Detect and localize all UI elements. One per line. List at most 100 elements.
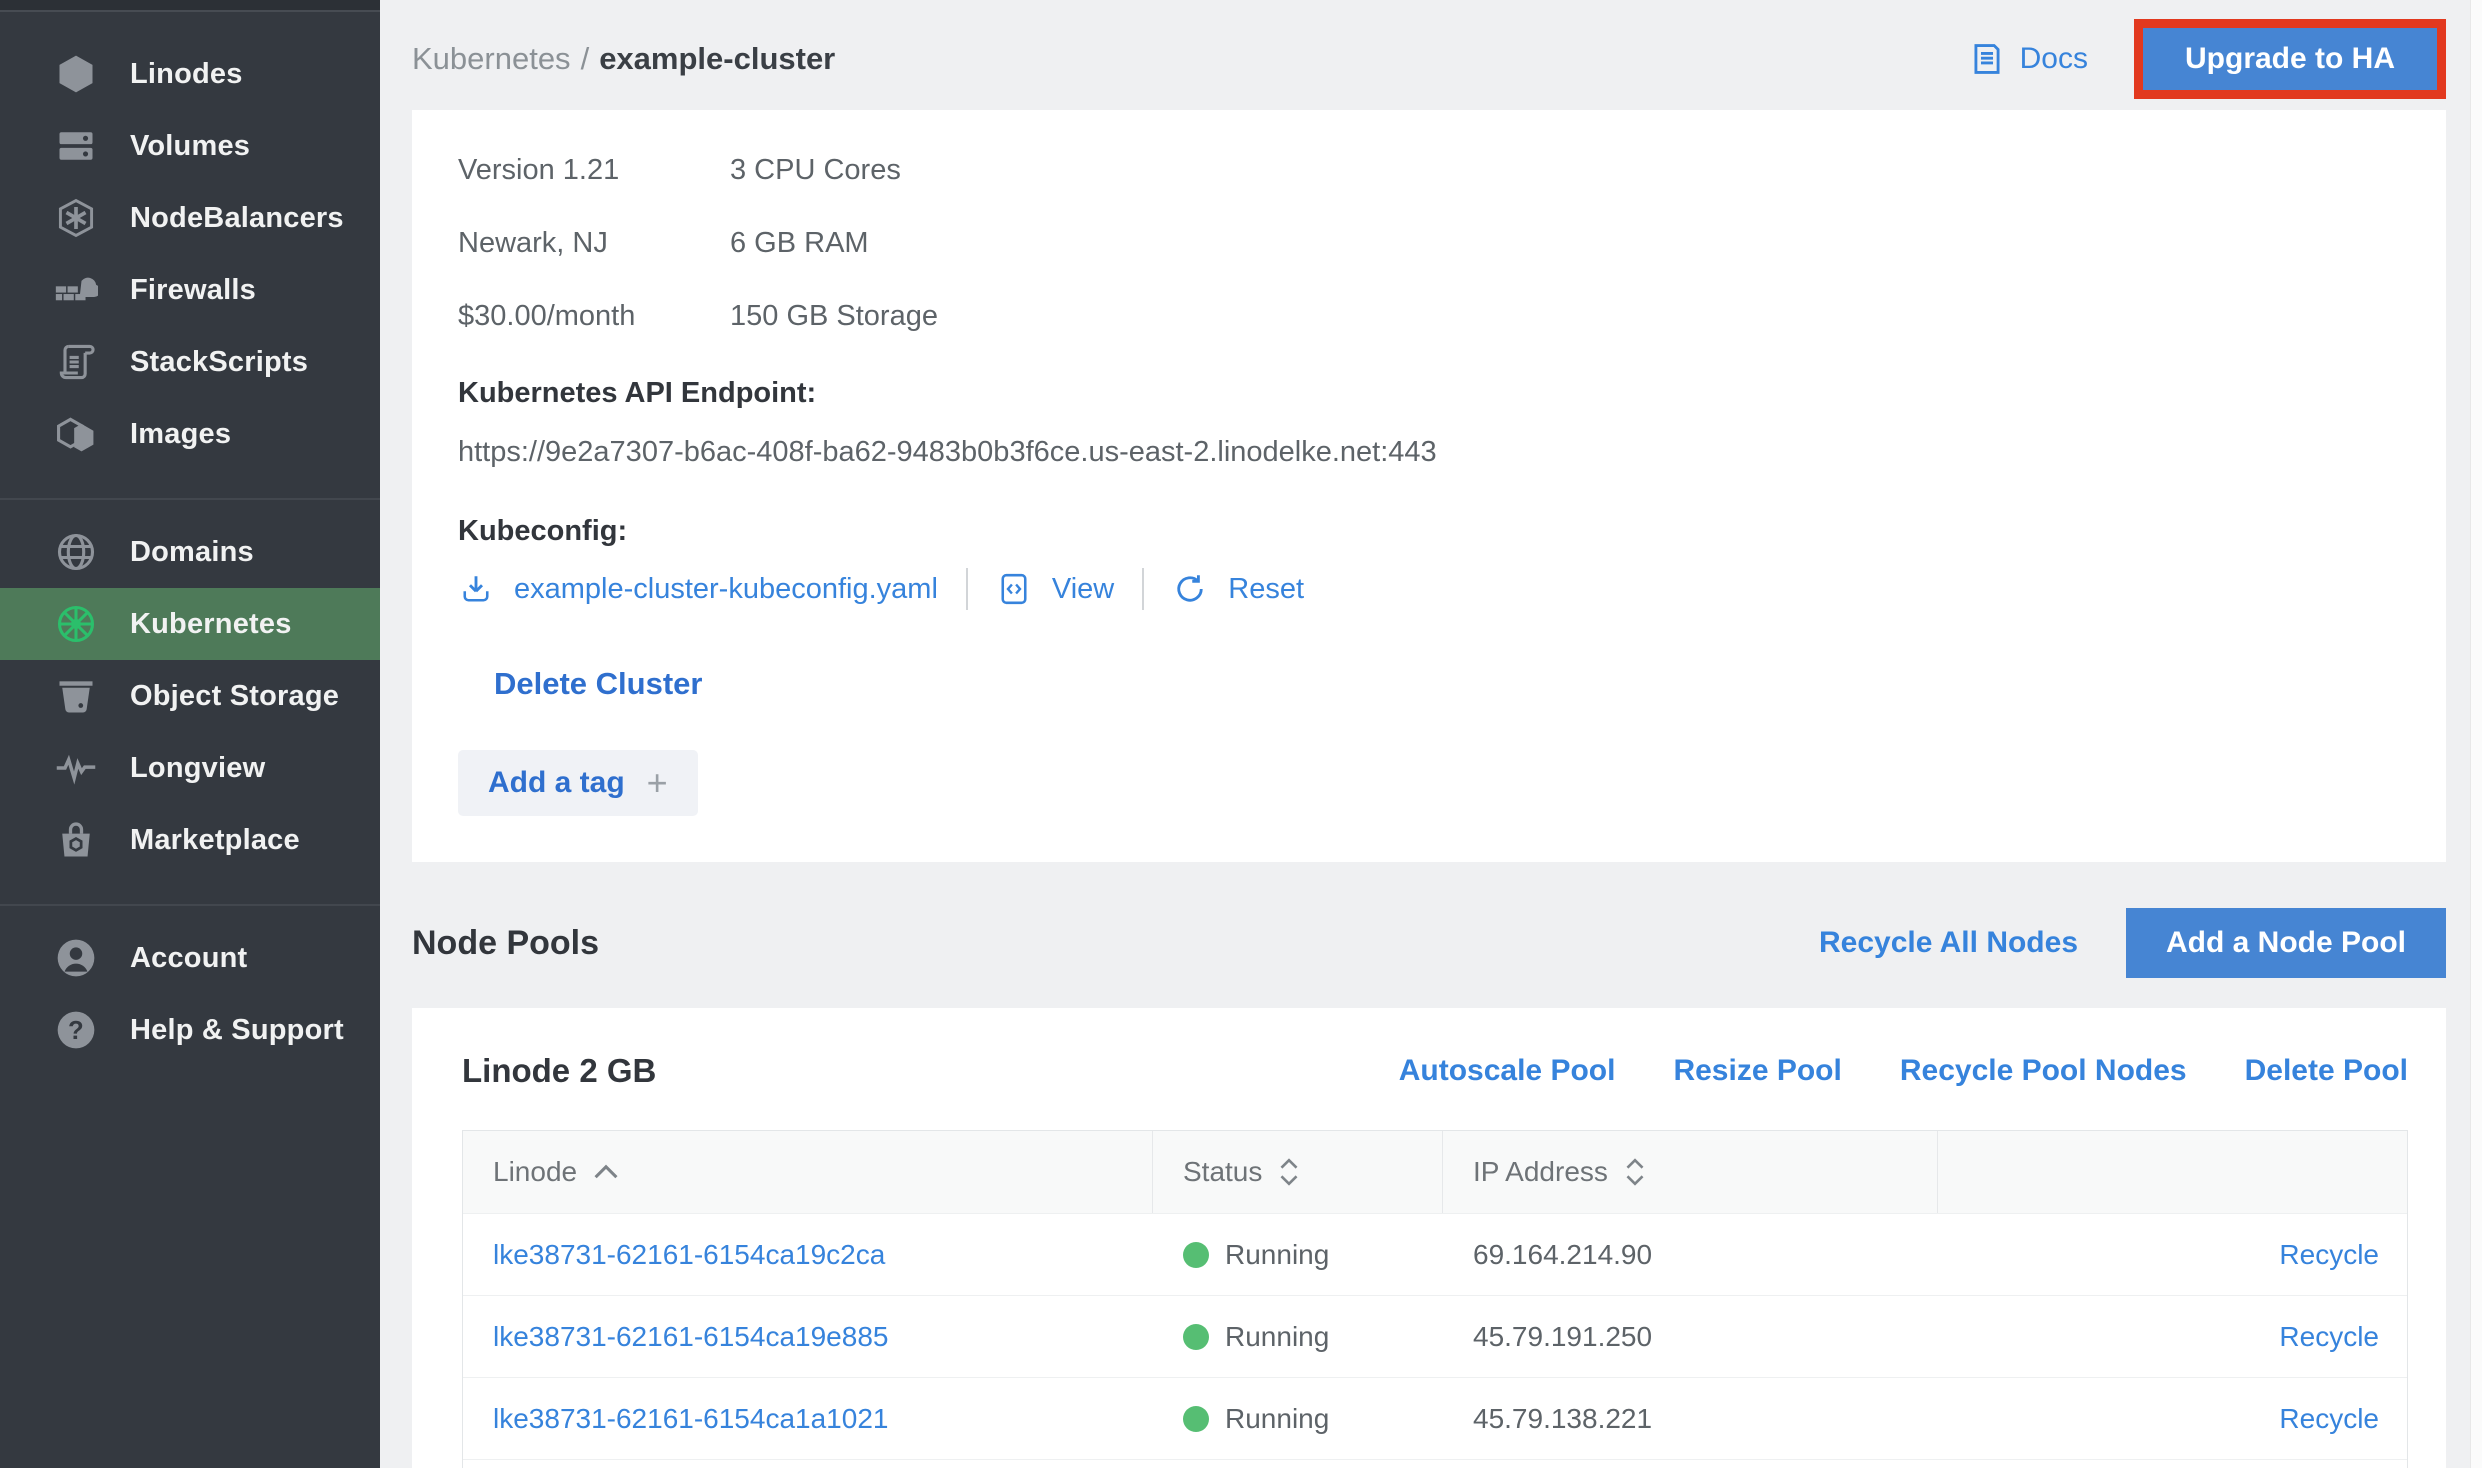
recycle-all-nodes-link[interactable]: Recycle All Nodes (1819, 926, 2078, 960)
node-action-cell: Recycle (1938, 1321, 2407, 1353)
sidebar-item-stackscripts[interactable]: StackScripts (0, 326, 380, 398)
recycle-pool-nodes-link[interactable]: Recycle Pool Nodes (1900, 1054, 2187, 1088)
sidebar-item-label: Images (130, 418, 231, 451)
globe-icon (52, 528, 100, 576)
kubeconfig-download-link[interactable]: example-cluster-kubeconfig.yaml (514, 573, 938, 606)
sidebar-item-object-storage[interactable]: Object Storage (0, 660, 380, 732)
node-link[interactable]: lke38731-62161-6154ca19e885 (493, 1321, 888, 1352)
recycle-node-link[interactable]: Recycle (2279, 1321, 2379, 1352)
node-status-cell: Running (1153, 1403, 1443, 1435)
help-icon: ? (52, 1006, 100, 1054)
sidebar-item-help-support[interactable]: ? Help & Support (0, 994, 380, 1066)
sidebar-item-linodes[interactable]: Linodes (0, 38, 380, 110)
add-tag-label: Add a tag (488, 766, 625, 800)
sidebar-item-firewalls[interactable]: Firewalls (0, 254, 380, 326)
cluster-detail-grid: Version 1.21 3 CPU Cores Newark, NJ 6 GB… (458, 154, 2400, 333)
add-tag-button[interactable]: Add a tag + (458, 750, 698, 816)
sidebar-item-label: Marketplace (130, 824, 300, 857)
column-header-status[interactable]: Status (1153, 1131, 1443, 1213)
sidebar-item-kubernetes[interactable]: Kubernetes (0, 588, 380, 660)
account-icon (52, 934, 100, 982)
sidebar-item-account[interactable]: Account (0, 922, 380, 994)
node-ip-cell: 45.79.138.221 (1443, 1403, 1938, 1435)
pool-action-links: Autoscale Pool Resize Pool Recycle Pool … (1399, 1054, 2408, 1088)
stackscript-icon (52, 338, 100, 386)
node-action-cell: Recycle (1938, 1239, 2407, 1271)
status-label: Running (1225, 1321, 1329, 1353)
node-name-cell: lke38731-62161-6154ca19c2ca (463, 1239, 1153, 1271)
bucket-icon (52, 672, 100, 720)
recycle-node-link[interactable]: Recycle (2279, 1403, 2379, 1434)
page-scrollbar-track[interactable] (2470, 0, 2482, 1468)
kubeconfig-view-link[interactable]: View (1052, 573, 1114, 606)
sort-both-icon (1278, 1158, 1300, 1186)
column-header-actions (1938, 1131, 2407, 1213)
nodebalancer-icon (52, 194, 100, 242)
sidebar-item-label: Volumes (130, 130, 250, 163)
cluster-region: Newark, NJ (458, 227, 730, 260)
kubeconfig-reset-link[interactable]: Reset (1228, 573, 1304, 606)
node-pools-title: Node Pools (412, 924, 599, 963)
pulse-icon (52, 744, 100, 792)
sidebar-item-label: Object Storage (130, 680, 339, 713)
column-label: Linode (493, 1156, 577, 1188)
volumes-icon (52, 122, 100, 170)
sidebar-item-nodebalancers[interactable]: NodeBalancers (0, 182, 380, 254)
status-label: Running (1225, 1403, 1329, 1435)
sidebar-item-marketplace[interactable]: Marketplace (0, 804, 380, 876)
api-endpoint-url: https://9e2a7307-b6ac-408f-ba62-9483b0b3… (458, 436, 2400, 469)
docs-label: Docs (2020, 42, 2088, 76)
recycle-node-link[interactable]: Recycle (2279, 1239, 2379, 1270)
kubernetes-icon (52, 600, 100, 648)
breadcrumb: Kubernetes/example-cluster (412, 41, 835, 77)
resize-pool-link[interactable]: Resize Pool (1673, 1054, 1841, 1088)
sidebar-item-label: Firewalls (130, 274, 256, 307)
sidebar-item-label: Kubernetes (130, 608, 292, 641)
node-status-cell: Running (1153, 1321, 1443, 1353)
sidebar-item-label: Domains (130, 536, 254, 569)
sidebar-item-label: NodeBalancers (130, 202, 344, 235)
status-running-dot (1183, 1406, 1209, 1432)
column-header-ip-address[interactable]: IP Address (1443, 1131, 1938, 1213)
sidebar-item-label: Account (130, 942, 247, 975)
delete-pool-link[interactable]: Delete Pool (2245, 1054, 2408, 1088)
status-label: Running (1225, 1239, 1329, 1271)
node-action-cell: Recycle (1938, 1403, 2407, 1435)
breadcrumb-section[interactable]: Kubernetes (412, 41, 571, 76)
node-link[interactable]: lke38731-62161-6154ca19c2ca (493, 1239, 885, 1270)
docs-icon (1968, 40, 2006, 78)
sidebar-item-longview[interactable]: Longview (0, 732, 380, 804)
cluster-summary-panel: Version 1.21 3 CPU Cores Newark, NJ 6 GB… (412, 110, 2446, 862)
add-node-pool-button[interactable]: Add a Node Pool (2126, 908, 2446, 978)
sidebar-group-account: Account ? Help & Support (0, 904, 380, 1066)
column-header-linode[interactable]: Linode (463, 1131, 1153, 1213)
node-status-cell: Running (1153, 1239, 1443, 1271)
autoscale-pool-link[interactable]: Autoscale Pool (1399, 1054, 1616, 1088)
divider (1142, 568, 1144, 610)
table-row: lke38731-62161-6154ca1a1021 Running 45.7… (463, 1377, 2407, 1459)
reset-refresh-icon (1172, 571, 1208, 607)
sidebar-item-label: Linodes (130, 58, 243, 91)
delete-cluster-link[interactable]: Delete Cluster (494, 666, 702, 702)
cluster-storage: 150 GB Storage (730, 300, 2400, 333)
plus-icon: + (647, 768, 668, 798)
sidebar-item-images[interactable]: Images (0, 398, 380, 470)
pool-id-footer: Pool ID 62161 (463, 1459, 2407, 1468)
breadcrumb-separator: / (581, 41, 590, 76)
view-code-icon (996, 571, 1032, 607)
api-endpoint-label: Kubernetes API Endpoint: (458, 377, 2400, 410)
page-header: Kubernetes/example-cluster Docs Upgrade … (412, 0, 2446, 96)
node-ip-cell: 69.164.214.90 (1443, 1239, 1938, 1271)
status-running-dot (1183, 1324, 1209, 1350)
sort-ascending-icon (593, 1164, 619, 1180)
sidebar-item-domains[interactable]: Domains (0, 516, 380, 588)
cluster-version: Version 1.21 (458, 154, 730, 187)
sidebar-item-volumes[interactable]: Volumes (0, 110, 380, 182)
kubeconfig-label: Kubeconfig: (458, 515, 2400, 548)
node-link[interactable]: lke38731-62161-6154ca1a1021 (493, 1403, 888, 1434)
table-row: lke38731-62161-6154ca19c2ca Running 69.1… (463, 1213, 2407, 1295)
sidebar-item-label: StackScripts (130, 346, 308, 379)
upgrade-to-ha-button[interactable]: Upgrade to HA (2143, 28, 2437, 90)
sidebar-top-strip (0, 0, 380, 12)
docs-link[interactable]: Docs (1968, 40, 2088, 78)
